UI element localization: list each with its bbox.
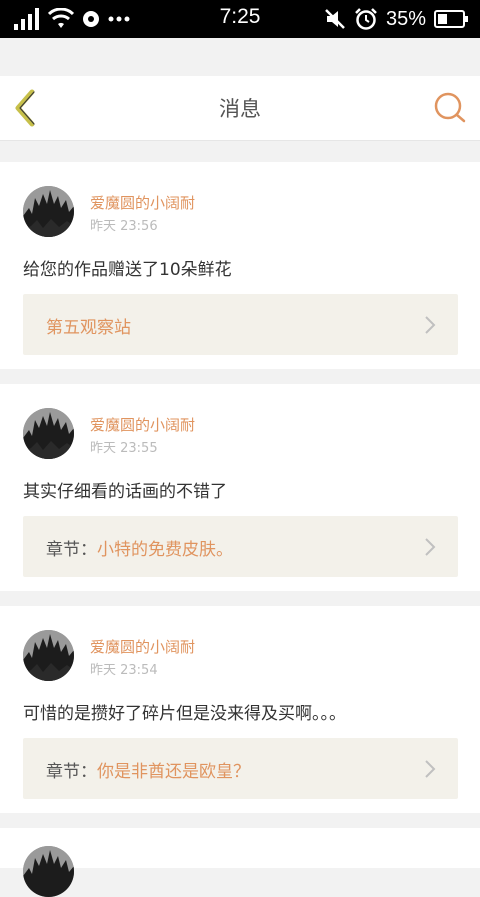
- reference-text: 第五观察站: [46, 313, 131, 338]
- reference-link[interactable]: 章节：你是非酋还是欧皇？: [23, 738, 458, 799]
- message-time: 昨天 23:55: [90, 441, 158, 456]
- status-right: 35%: [324, 6, 468, 32]
- chevron-right-icon: [425, 316, 436, 334]
- message-text: 给您的作品赠送了10朵鲜花: [23, 260, 232, 280]
- reference-prefix: 章节：: [46, 540, 97, 560]
- chevron-right-icon: [425, 760, 436, 778]
- battery-percent: 35%: [385, 7, 426, 30]
- reference-prefix: 章节：: [46, 762, 97, 782]
- status-bar: 7:25 35%: [0, 0, 480, 38]
- search-button[interactable]: [432, 90, 468, 126]
- avatar[interactable]: [23, 408, 74, 459]
- reference-text: 章节：小特的免费皮肤。: [46, 535, 233, 560]
- message-card[interactable]: 爱魔圆的小阔耐 昨天 23:54 可惜的是攒好了碎片但是没来得及买啊。。。 章节…: [0, 606, 480, 813]
- reference-title: 小特的免费皮肤。: [97, 540, 233, 560]
- reference-title: 第五观察站: [46, 318, 131, 338]
- header-bar: 消息: [0, 76, 480, 141]
- alarm-icon: [355, 8, 377, 30]
- message-card[interactable]: 爱魔圆的小阔耐 昨天 23:55 其实仔细看的话画的不错了 章节：小特的免费皮肤…: [0, 384, 480, 591]
- chevron-right-icon: [425, 538, 436, 556]
- message-text: 其实仔细看的话画的不错了: [23, 482, 227, 502]
- message-time: 昨天 23:56: [90, 219, 158, 234]
- avatar[interactable]: [23, 186, 74, 237]
- avatar[interactable]: [23, 630, 74, 681]
- page-title: 消息: [219, 97, 261, 121]
- reference-text: 章节：你是非酋还是欧皇？: [46, 757, 250, 782]
- message-card-partial[interactable]: [0, 828, 480, 897]
- message-list: 爱魔圆的小阔耐 昨天 23:56 给您的作品赠送了10朵鲜花 第五观察站 爱魔圆…: [0, 162, 480, 828]
- reference-link[interactable]: 章节：小特的免费皮肤。: [23, 516, 458, 577]
- message-time: 昨天 23:54: [90, 663, 158, 678]
- mute-icon: [325, 9, 345, 29]
- search-icon: [434, 92, 466, 123]
- username[interactable]: 爱魔圆的小阔耐: [90, 192, 195, 213]
- username[interactable]: 爱魔圆的小阔耐: [90, 414, 195, 435]
- battery-icon: [434, 10, 468, 28]
- username[interactable]: 爱魔圆的小阔耐: [90, 636, 195, 657]
- message-text: 可惜的是攒好了碎片但是没来得及买啊。。。: [23, 704, 346, 724]
- reference-title: 你是非酋还是欧皇？: [97, 762, 250, 782]
- message-card[interactable]: 爱魔圆的小阔耐 昨天 23:56 给您的作品赠送了10朵鲜花 第五观察站: [0, 162, 480, 369]
- reference-link[interactable]: 第五观察站: [23, 294, 458, 355]
